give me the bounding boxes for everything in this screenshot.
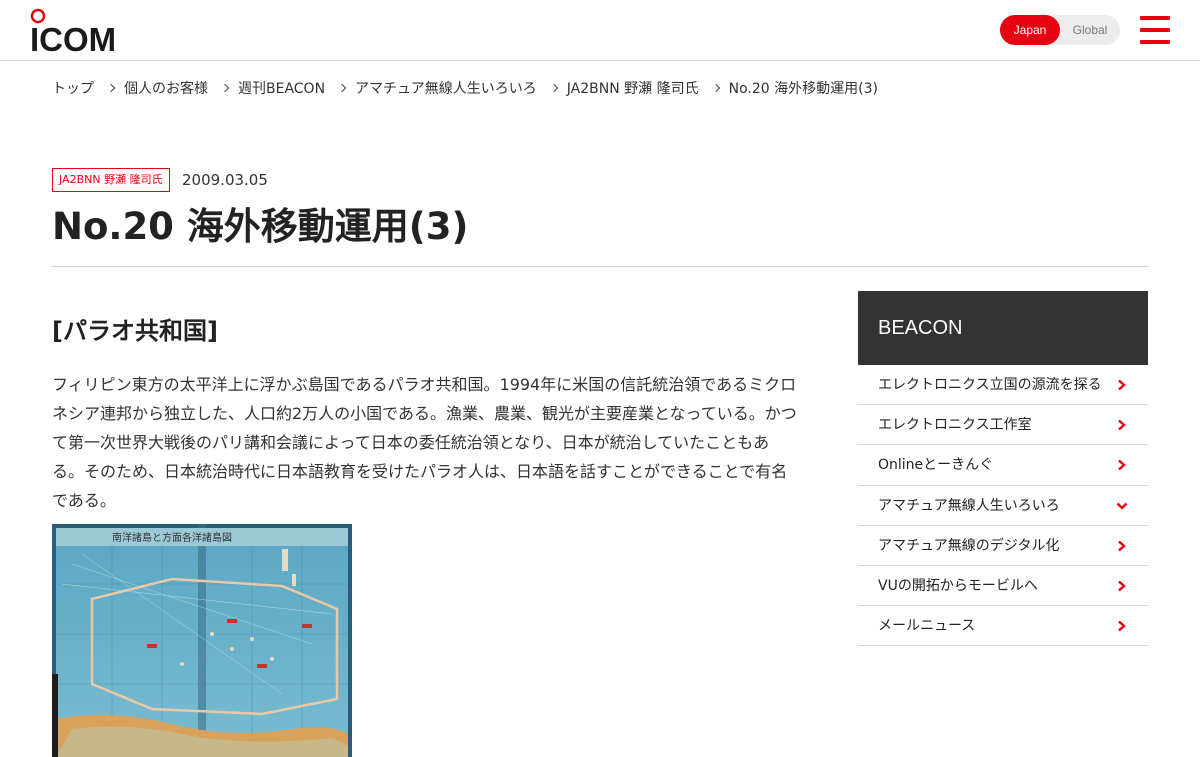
breadcrumb-current: No.20 海外移動運用(3) [728, 81, 878, 97]
lang-japan-button[interactable]: Japan [1000, 15, 1060, 45]
sidebar-item-label: メールニュース [878, 618, 976, 635]
author-tag[interactable]: JA2BNN 野瀬 隆司氏 [52, 168, 170, 192]
sidebar-item-online-talking[interactable]: Onlineとーきんぐ [858, 445, 1148, 486]
chevron-right-icon [551, 78, 559, 98]
breadcrumb-top[interactable]: トップ [52, 78, 94, 98]
language-switch: Japan Global [1000, 15, 1120, 45]
chevron-right-icon [1116, 419, 1128, 431]
section-heading: [パラオ共和国] [52, 317, 218, 345]
icom-logo[interactable]: ICOM [30, 8, 122, 58]
sidebar-item-label: アマチュア無線のデジタル化 [878, 537, 1060, 554]
sidebar-item-vu-mobile[interactable]: VUの開拓からモービルへ [858, 566, 1148, 607]
sidebar: BEACON エレクトロニクス立国の源流を探る エレクトロニクス工作室 Onli… [858, 291, 1148, 647]
chevron-right-icon [713, 78, 721, 98]
sidebar-item-amateur-radio-life[interactable]: アマチュア無線人生いろいろ [858, 486, 1148, 526]
sidebar-item-electronics-workshop[interactable]: エレクトロニクス工作室 [858, 405, 1148, 446]
article-paragraph: フィリピン東方の太平洋上に浮かぶ島国であるパラオ共和国。1994年に米国の信託統… [52, 375, 797, 510]
sidebar-item-label: アマチュア無線人生いろいろ [878, 497, 1060, 514]
logo-wordmark: ICOM [30, 21, 116, 54]
sidebar-item-label: Onlineとーきんぐ [878, 457, 994, 474]
chevron-right-icon [1116, 459, 1128, 471]
chevron-right-icon [1116, 580, 1128, 592]
map-title-text: 南洋諸島と方面各洋諸島図 [112, 531, 232, 544]
breadcrumb-author[interactable]: JA2BNN 野瀬 隆司氏 [567, 78, 699, 98]
breadcrumb: トップ 個人のお客様 週刊BEACON アマチュア無線人生いろいろ JA2BNN… [52, 78, 878, 98]
breadcrumb-personal[interactable]: 個人のお客様 [124, 78, 208, 98]
sidebar-item-electronics-origins[interactable]: エレクトロニクス立国の源流を探る [858, 365, 1148, 406]
sidebar-item-mail-news[interactable]: メールニュース [858, 606, 1148, 647]
chevron-right-icon [222, 78, 230, 98]
sidebar-item-label: VUの開拓からモービルへ [878, 577, 1038, 594]
chevron-right-icon [108, 78, 116, 98]
page-title: No.20 海外移動運用(3) [52, 205, 469, 248]
sidebar-title: BEACON [858, 291, 1148, 365]
sidebar-item-label: エレクトロニクス工作室 [878, 417, 1032, 434]
chevron-right-icon [339, 78, 347, 98]
breadcrumb-beacon[interactable]: 週刊BEACON [238, 78, 325, 98]
chevron-right-icon [1116, 379, 1128, 391]
chevron-down-icon [1116, 500, 1128, 512]
lang-global-button[interactable]: Global [1060, 15, 1120, 45]
post-date: 2009.03.05 [182, 171, 268, 189]
palau-map-photo: 南洋諸島と方面各洋諸島図 [52, 524, 352, 757]
sidebar-item-digital-radio[interactable]: アマチュア無線のデジタル化 [858, 526, 1148, 566]
divider [52, 266, 1148, 267]
sidebar-item-label: エレクトロニクス立国の源流を探る [878, 377, 1102, 393]
breadcrumb-series[interactable]: アマチュア無線人生いろいろ [355, 78, 537, 98]
hamburger-menu-icon[interactable] [1140, 16, 1170, 44]
chevron-right-icon [1116, 620, 1128, 632]
chevron-right-icon [1116, 540, 1128, 552]
site-header: ICOM Japan Global [0, 0, 1200, 61]
